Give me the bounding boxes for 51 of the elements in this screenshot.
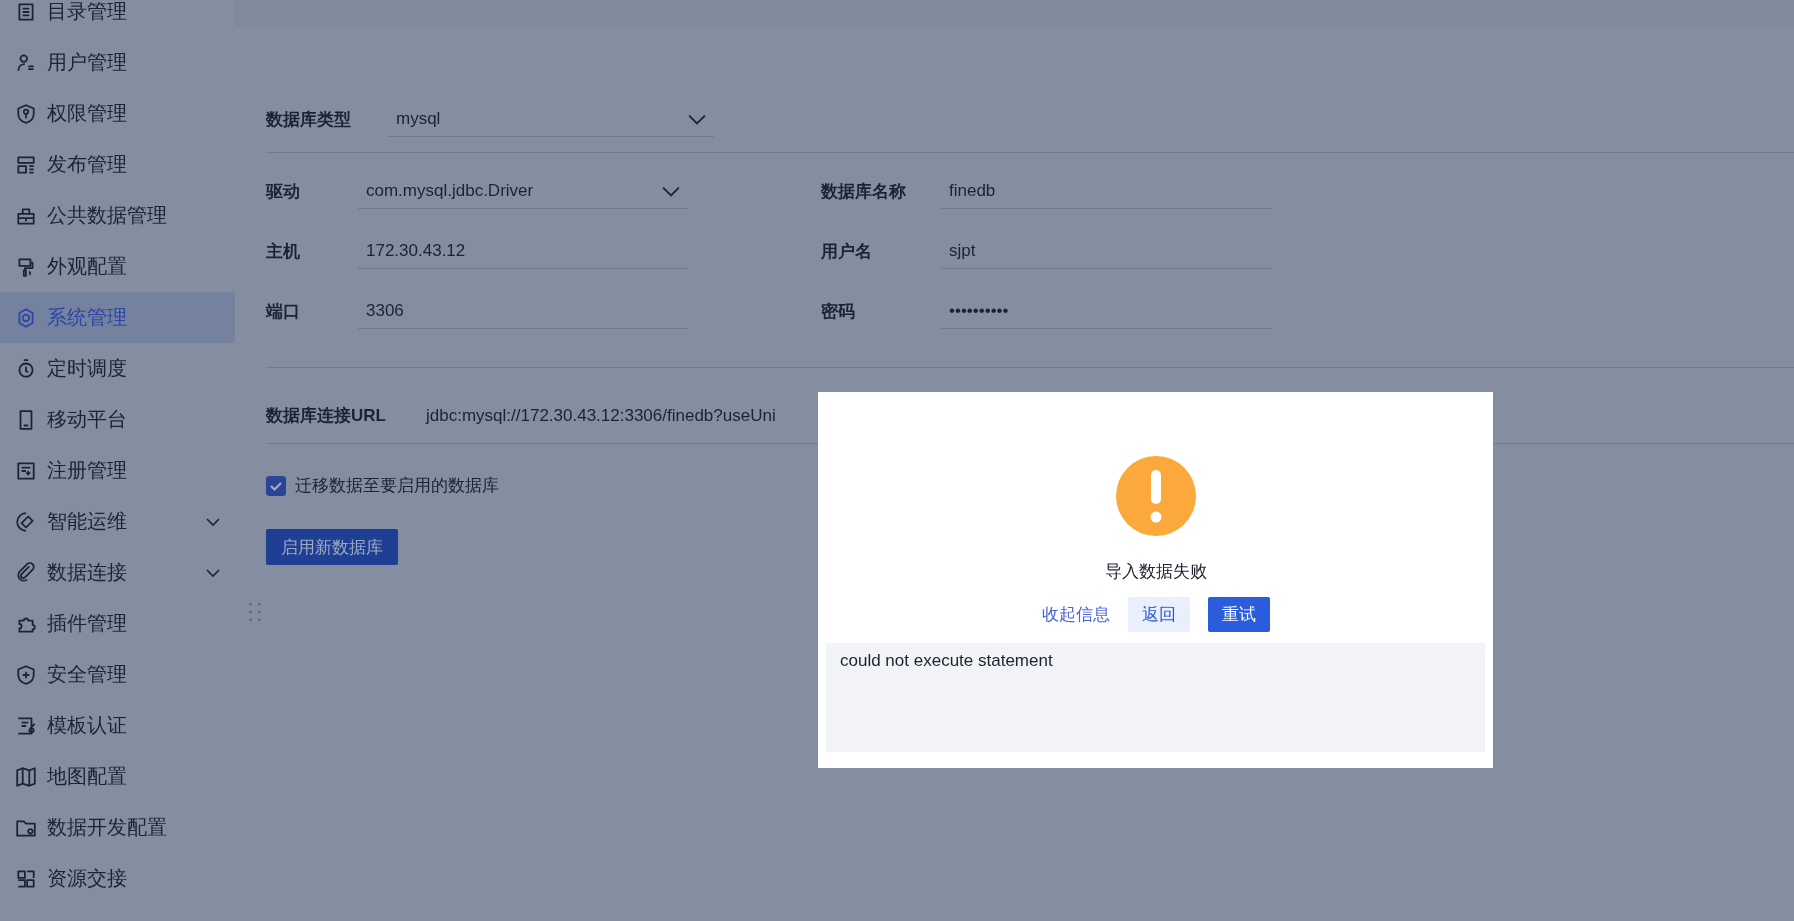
menu-item-icon: [15, 714, 37, 737]
field-label: 密码: [821, 300, 856, 323]
menu-item-icon: [15, 153, 37, 176]
menu-item-icon: [15, 867, 37, 890]
menu-item-icon: [15, 51, 37, 74]
error-message: could not execute statement: [840, 651, 1053, 670]
drag-handle-icon[interactable]: [248, 601, 262, 623]
sidebar-item[interactable]: 插件管理: [0, 598, 235, 649]
sidebar-item[interactable]: 安全管理: [0, 649, 235, 700]
field-label: 用户名: [821, 240, 873, 263]
input-field[interactable]: ••••••••••: [941, 293, 1271, 329]
sidebar-item[interactable]: 发布管理: [0, 139, 235, 190]
dialog-title: 导入数据失败: [1104, 561, 1207, 583]
menu-item-icon: [15, 663, 37, 686]
collapse-link[interactable]: 收起信息: [1041, 603, 1110, 626]
field-label: 驱动: [266, 180, 301, 203]
sidebar-item[interactable]: 外观配置: [0, 241, 235, 292]
back-button[interactable]: 返回: [1127, 597, 1190, 632]
sidebar-item[interactable]: 智能运维: [0, 496, 235, 547]
input-field[interactable]: finedb: [941, 173, 1271, 209]
sidebar-item[interactable]: 用户管理: [0, 37, 235, 88]
field-label: 端口: [266, 300, 301, 323]
menu-item-icon: [15, 561, 37, 584]
menu-item-icon: [15, 765, 37, 788]
sidebar-item[interactable]: 目录管理: [0, 0, 235, 37]
input-field[interactable]: 172.30.43.12: [358, 233, 688, 269]
checkbox-label: 迁移数据至要启用的数据库: [295, 475, 499, 497]
select-field[interactable]: com.mysql.jdbc.Driver: [358, 173, 688, 209]
input-field[interactable]: sjpt: [941, 233, 1271, 269]
enable-button[interactable]: 启用新数据库: [266, 529, 398, 565]
sidebar-item[interactable]: 地图配置: [0, 751, 235, 802]
field-label: 数据库连接URL: [266, 405, 387, 427]
sidebar-item[interactable]: 移动平台: [0, 394, 235, 445]
sidebar-item[interactable]: 模板认证: [0, 700, 235, 751]
sidebar-item[interactable]: 数据连接: [0, 547, 235, 598]
warning-icon: [1115, 456, 1196, 536]
field-label: 数据库类型: [266, 108, 352, 131]
menu-item-icon: [15, 459, 37, 482]
sidebar-item[interactable]: 定时调度: [0, 343, 235, 394]
field-label: 数据库名称: [821, 180, 907, 203]
input-field[interactable]: 3306: [358, 293, 688, 329]
select-field[interactable]: mysql: [388, 101, 714, 137]
sidebar-item[interactable]: 权限管理: [0, 88, 235, 139]
menu-item-icon: [15, 102, 37, 125]
checkbox[interactable]: [266, 475, 286, 496]
sidebar-item[interactable]: 公共数据管理: [0, 190, 235, 241]
retry-button[interactable]: 重试: [1207, 597, 1270, 632]
sidebar-item[interactable]: 注册管理: [0, 445, 235, 496]
field-label: 主机: [266, 240, 301, 263]
sidebar-item[interactable]: 数据开发配置: [0, 802, 235, 853]
sidebar-item[interactable]: 资源交接: [0, 853, 235, 904]
